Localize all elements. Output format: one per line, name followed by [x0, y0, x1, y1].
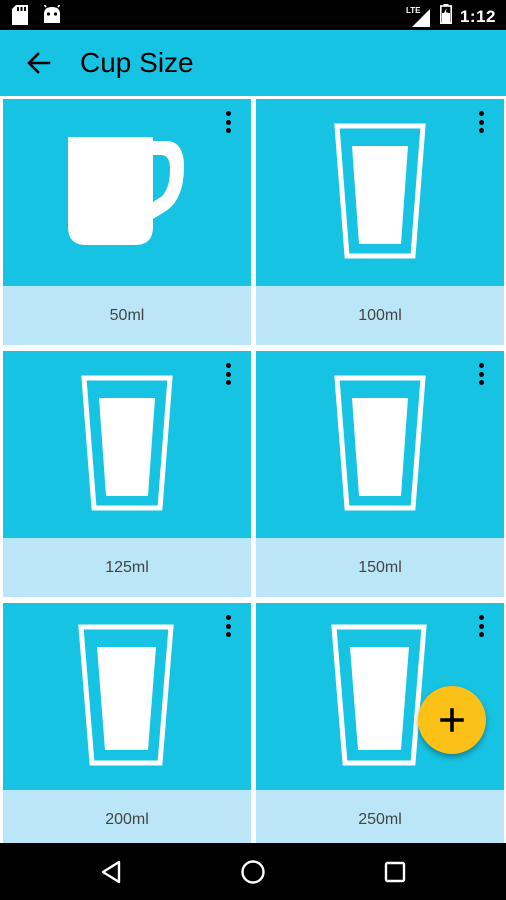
cup-card-image	[256, 351, 504, 537]
glass-icon	[334, 123, 426, 259]
more-options-button[interactable]	[472, 613, 490, 639]
glass-icon	[81, 375, 173, 511]
clock: 1:12	[459, 6, 496, 26]
cup-size-label: 150ml	[256, 538, 504, 597]
cup-card-image	[3, 99, 251, 285]
cup-card-image	[256, 99, 504, 285]
more-dot	[225, 623, 231, 629]
more-dot	[478, 380, 484, 385]
plus-icon	[440, 708, 464, 732]
more-dot	[478, 371, 484, 377]
cup-size-label: 125ml	[3, 538, 251, 597]
more-dot	[478, 128, 484, 133]
more-dot	[225, 615, 231, 620]
more-dot	[478, 363, 484, 368]
nav-recents-button[interactable]	[378, 855, 412, 889]
nav-home-button[interactable]	[236, 855, 270, 889]
more-dot	[478, 632, 484, 637]
cup-size-label: 50ml	[3, 286, 251, 345]
more-dot	[225, 128, 231, 133]
more-options-button[interactable]	[472, 361, 490, 387]
status-left	[12, 4, 62, 30]
glass-icon	[78, 624, 174, 766]
cup-card-image	[3, 351, 251, 537]
android-icon	[42, 4, 62, 30]
cup-size-label: 200ml	[3, 790, 251, 849]
more-dot	[225, 111, 231, 116]
nav-back-button[interactable]	[94, 855, 128, 889]
mug-icon	[68, 137, 184, 245]
more-dot	[478, 111, 484, 116]
glass-icon	[334, 375, 426, 511]
status-right: LTE 1:12	[406, 4, 496, 29]
recents-square-icon	[384, 861, 406, 883]
cup-card-200ml[interactable]: 200ml	[3, 603, 251, 849]
screen: LTE 1:12 Cup Size 50ml 100ml 125ml 150ml…	[0, 0, 506, 900]
more-dot	[225, 632, 231, 637]
more-dot	[225, 119, 231, 125]
cup-size-label: 250ml	[256, 790, 504, 849]
battery-icon	[439, 4, 452, 29]
back-button[interactable]	[22, 48, 56, 78]
cup-card-image	[3, 603, 251, 789]
more-dot	[478, 615, 484, 620]
more-dot	[478, 119, 484, 125]
arrow-back-icon	[27, 52, 51, 74]
cup-size-label: 100ml	[256, 286, 504, 345]
app-bar: Cup Size	[0, 30, 506, 96]
cup-card-150ml[interactable]: 150ml	[256, 351, 504, 597]
more-dot	[225, 363, 231, 368]
cup-card-125ml[interactable]: 125ml	[3, 351, 251, 597]
more-dot	[225, 380, 231, 385]
sd-card-icon	[12, 5, 28, 30]
page-title: Cup Size	[80, 47, 194, 78]
cup-card-100ml[interactable]: 100ml	[256, 99, 504, 345]
add-cup-size-button[interactable]	[418, 686, 486, 754]
home-circle-icon	[241, 860, 265, 884]
more-options-button[interactable]	[219, 109, 237, 135]
back-triangle-icon	[101, 860, 121, 884]
more-options-button[interactable]	[472, 109, 490, 135]
lte-signal-icon: LTE	[406, 6, 432, 27]
more-dot	[478, 623, 484, 629]
more-options-button[interactable]	[219, 613, 237, 639]
more-options-button[interactable]	[219, 361, 237, 387]
navigation-bar	[0, 843, 506, 900]
status-bar: LTE 1:12	[0, 0, 506, 30]
more-dot	[225, 371, 231, 377]
cup-card-50ml[interactable]: 50ml	[3, 99, 251, 345]
